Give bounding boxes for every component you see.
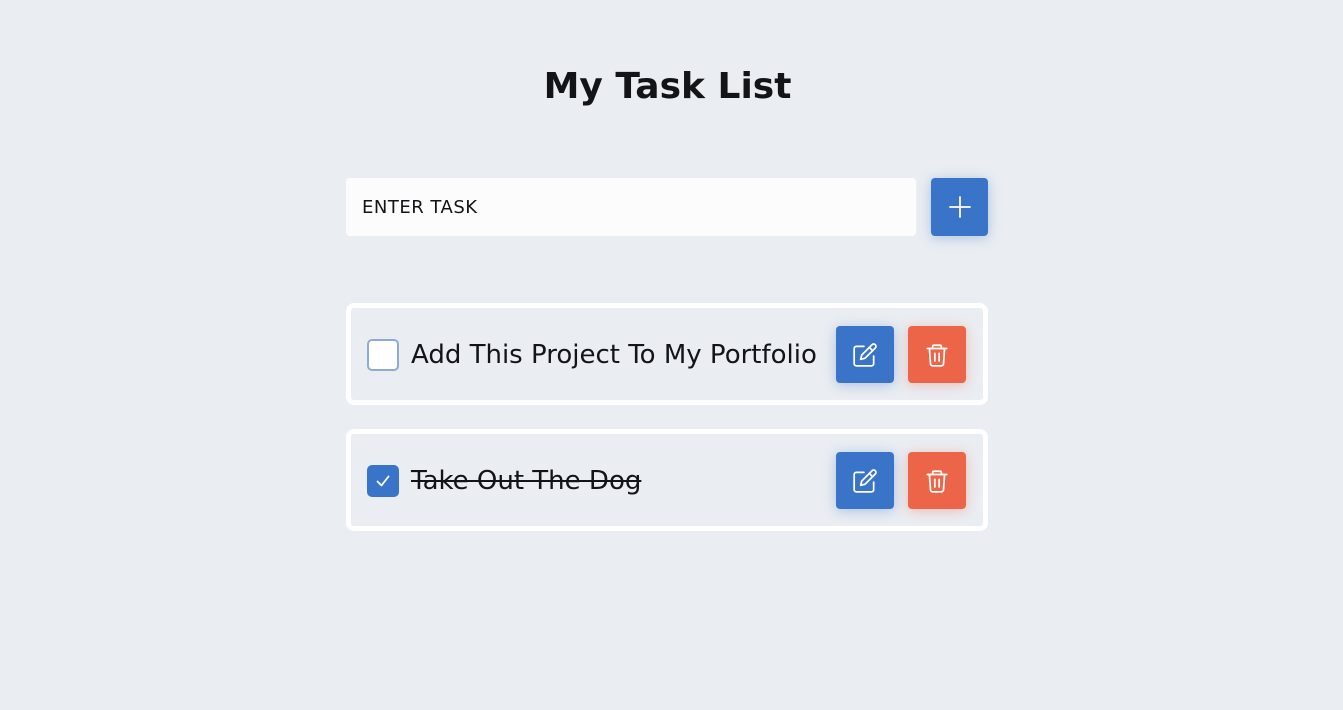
task-checkbox[interactable]: [367, 465, 399, 497]
delete-task-button[interactable]: [908, 326, 966, 383]
task-list: Add This Project To My Portfolio Take Ou…: [346, 303, 988, 555]
checkmark-icon: [374, 472, 392, 490]
task-text: Take Out The Dog: [411, 466, 642, 496]
edit-icon: [852, 468, 878, 494]
edit-icon: [852, 342, 878, 368]
trash-icon: [924, 468, 950, 494]
trash-icon: [924, 342, 950, 368]
edit-task-button[interactable]: [836, 452, 894, 509]
task-input[interactable]: [346, 178, 916, 236]
add-task-button[interactable]: [931, 178, 988, 236]
page-title: My Task List: [543, 66, 792, 107]
task-text: Add This Project To My Portfolio: [411, 340, 817, 370]
task-item: Take Out The Dog: [346, 429, 988, 531]
plus-icon: [948, 196, 971, 218]
edit-task-button[interactable]: [836, 326, 894, 383]
task-item: Add This Project To My Portfolio: [346, 303, 988, 405]
delete-task-button[interactable]: [908, 452, 966, 509]
task-checkbox[interactable]: [367, 339, 399, 371]
